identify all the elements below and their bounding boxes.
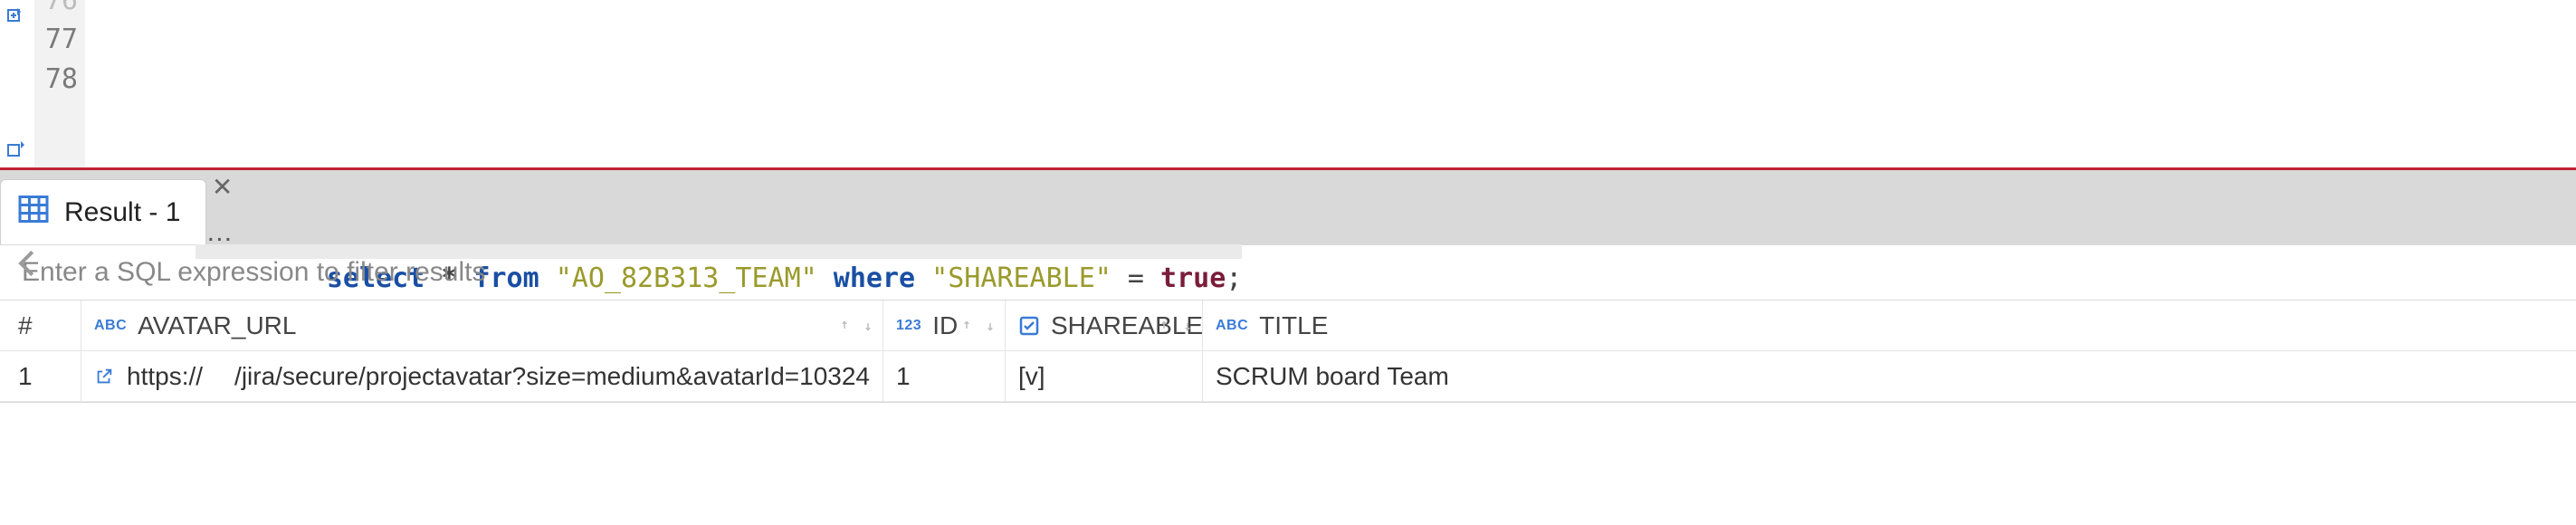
col-header-avatar-url[interactable]: ABC AVATAR_URL [81,301,883,350]
sort-icon[interactable] [961,318,996,334]
sql-editor-region: 76 77 78 select * from "AO_82B313_TEAM" … [0,0,2576,167]
line-number: 76 [34,0,78,7]
rownum-value: 1 [18,362,33,391]
cell-id[interactable]: 1 [883,351,1006,401]
grid-data-row[interactable]: 1 https:// /jira/secure/projectavatar?si… [0,351,2576,402]
editor-action-gutter [0,0,34,167]
tab-result-1[interactable]: Result - 1 ✕ … [0,179,206,244]
id-value: 1 [896,362,911,391]
type-badge-123: 123 [896,318,921,334]
sort-icon[interactable] [839,318,873,334]
col-header-label: AVATAR_URL [138,311,296,340]
checkbox-type-icon [1018,315,1040,337]
tab-close-button[interactable]: ✕ [212,175,233,200]
collapse-chevron-icon[interactable] [11,246,45,287]
col-header-label: ID [932,311,958,340]
external-link-icon [94,367,114,387]
title-value: SCRUM board Team [1216,362,1449,391]
sort-icon[interactable] [1159,318,1193,334]
avatar-url-prefix: https:// [127,362,203,391]
cell-avatar-url[interactable]: https:// /jira/secure/projectavatar?size… [81,351,883,401]
cell-rownum: 1 [0,351,81,401]
grid-header-row: # ABC AVATAR_URL 123 ID [0,301,2576,351]
col-header-label: TITLE [1259,311,1328,340]
result-grid: # ABC AVATAR_URL 123 ID [0,301,2576,403]
result-tab-bar: Result - 1 ✕ … [0,167,2576,244]
col-header-rownum[interactable]: # [0,301,81,350]
grid-icon [17,193,50,232]
avatar-url-suffix: /jira/secure/projectavatar?size=medium&a… [234,362,870,391]
code-area[interactable]: select * from "AO_82B313_TEAM" where "SH… [85,0,2576,167]
type-badge-abc: ABC [1216,318,1248,334]
col-header-id[interactable]: 123 ID [883,301,1006,350]
line-number: 77 [34,20,78,60]
gutter-icon-export[interactable] [4,138,27,162]
line-number-gutter: 76 77 78 [34,0,85,167]
col-header-shareable[interactable]: SHAREABLE [1006,301,1203,350]
tab-more-button[interactable]: … [205,217,234,248]
cell-shareable[interactable]: [v] [1006,351,1203,401]
cell-title[interactable]: SCRUM board Team [1203,351,2576,401]
tab-label: Result - 1 [64,197,180,228]
gutter-icon-import[interactable] [4,5,27,29]
type-badge-abc: ABC [94,318,127,334]
line-number: 78 [34,60,78,100]
shareable-value: [v] [1018,362,1045,391]
filter-input[interactable] [0,256,2576,289]
col-header-rownum-label: # [18,311,33,340]
col-header-title[interactable]: ABC TITLE [1203,301,2576,350]
